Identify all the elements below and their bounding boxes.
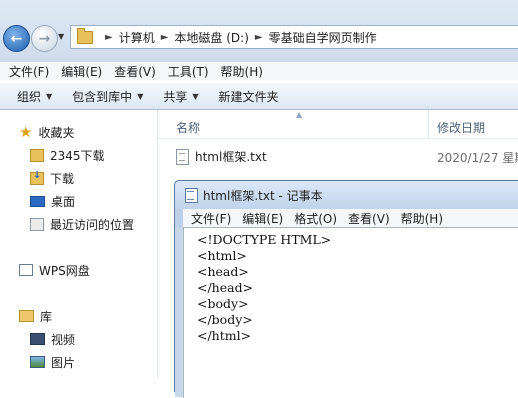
recent-pages-dropdown[interactable]: ▼ [58,32,64,41]
nav-item-label: 桌面 [51,194,76,209]
window-border [175,227,183,397]
column-name-header[interactable]: 名称 [176,119,200,136]
chevron-right-icon[interactable]: ► [161,32,169,43]
notepad-menu-edit[interactable]: 编辑(E) [242,210,283,227]
desktop-icon [30,195,45,207]
share-button[interactable]: 共享 ▼ [163,88,198,105]
nav-libraries-label: 库 [40,309,53,324]
breadcrumb-computer[interactable]: 计算机 [119,29,155,46]
menu-edit[interactable]: 编辑(E) [61,63,102,80]
recent-places-icon [30,217,44,231]
downloads-folder-icon [30,170,44,185]
nav-favorites[interactable]: ★ 收藏夹 [19,122,74,142]
forward-button[interactable]: → [31,25,58,52]
dropdown-arrow-icon: ▼ [192,91,199,101]
text-file-icon [176,148,189,165]
breadcrumb-folder[interactable]: 零基础自学网页制作 [269,29,377,46]
file-row[interactable]: html框架.txt [176,148,267,165]
chevron-right-icon[interactable]: ► [105,32,113,43]
nav-item-videos[interactable]: 视频 [30,329,75,349]
text-line: </body> [197,312,253,327]
notepad-menu-view[interactable]: 查看(V) [348,210,390,227]
nav-item-recent-places[interactable]: 最近访问的位置 [30,214,134,234]
arrow-right-icon: → [38,30,51,47]
text-line: <body> [197,296,249,311]
menu-bar: 文件(F) 编辑(E) 查看(V) 工具(T) 帮助(H) [0,62,518,80]
notepad-text-area[interactable]: <!DOCTYPE HTML> <html> <head> </head> <b… [183,227,518,398]
column-header: ▲ 名称 修改日期 [158,110,518,139]
nav-item-desktop[interactable]: 桌面 [30,191,75,211]
nav-item-label: 最近访问的位置 [50,217,135,232]
column-date-header[interactable]: 修改日期 [437,119,485,136]
nav-item-label: 下载 [50,171,75,186]
nav-wps-drive[interactable]: WPS网盘 [19,260,90,280]
command-bar: 组织 ▼ 包含到库中 ▼ 共享 ▼ 新建文件夹 [0,83,518,110]
address-bar: ← → ▼ ► 计算机 ► 本地磁盘 (D:) ► 零基础自学网页制作 [0,0,518,62]
nav-wps-label: WPS网盘 [39,263,90,278]
menu-view[interactable]: 查看(V) [114,63,156,80]
library-icon [19,310,34,322]
notepad-icon [185,187,198,203]
arrow-left-icon: ← [10,30,23,47]
text-line: <html> [197,248,247,263]
navigation-pane: ★ 收藏夹 2345下载 下载 桌面 最近访问的位置 WPS网盘 库 视频 图片 [0,110,158,378]
nav-item-downloads[interactable]: 下载 [30,168,74,188]
text-line: </html> [197,328,252,343]
sort-ascending-icon: ▲ [296,110,303,119]
new-folder-button[interactable]: 新建文件夹 [219,88,279,105]
star-icon: ★ [19,122,33,141]
address-field[interactable]: ► 计算机 ► 本地磁盘 (D:) ► 零基础自学网页制作 [70,25,518,49]
nav-favorites-label: 收藏夹 [38,125,75,140]
notepad-title: html框架.txt - 记事本 [203,188,323,203]
include-in-library-button[interactable]: 包含到库中 ▼ [72,88,143,105]
notepad-menu-bar: 文件(F) 编辑(E) 格式(O) 查看(V) 帮助(H) [183,209,518,227]
menu-file[interactable]: 文件(F) [9,63,49,80]
notepad-menu-file[interactable]: 文件(F) [191,210,231,227]
include-library-label: 包含到库中 [72,89,133,104]
file-date: 2020/1/27 星期 [437,151,518,165]
nav-libraries[interactable]: 库 [19,306,52,326]
text-line: <!DOCTYPE HTML> [197,232,332,247]
column-divider[interactable] [428,110,429,138]
nav-item-2345-downloads[interactable]: 2345下载 [30,145,105,165]
chevron-right-icon[interactable]: ► [255,32,263,43]
notepad-menu-format[interactable]: 格式(O) [294,210,337,227]
text-line: <head> [197,264,249,279]
text-line: </head> [197,280,254,295]
breadcrumb-drive[interactable]: 本地磁盘 (D:) [174,29,248,46]
notepad-window: html框架.txt - 记事本 文件(F) 编辑(E) 格式(O) 查看(V)… [174,180,518,398]
share-label: 共享 [163,89,188,104]
folder-icon [77,27,93,44]
picture-icon [30,356,45,368]
video-icon [30,333,45,345]
nav-item-label: 图片 [51,355,76,370]
new-folder-label: 新建文件夹 [218,89,279,104]
menu-help[interactable]: 帮助(H) [221,63,263,80]
menu-tools[interactable]: 工具(T) [168,63,209,80]
wps-cloud-icon [19,264,33,276]
file-name: html框架.txt [195,150,267,164]
dropdown-arrow-icon: ▼ [46,91,53,101]
notepad-titlebar[interactable]: html框架.txt - 记事本 [175,181,518,209]
notepad-menu-help[interactable]: 帮助(H) [401,210,443,227]
dropdown-arrow-icon: ▼ [137,91,144,101]
nav-item-label: 2345下载 [50,148,105,163]
folder-icon [30,148,44,162]
organize-button[interactable]: 组织 ▼ [17,88,52,105]
nav-item-label: 视频 [51,332,76,347]
organize-label: 组织 [17,89,42,104]
back-button[interactable]: ← [3,25,30,52]
nav-item-pictures[interactable]: 图片 [30,352,75,372]
